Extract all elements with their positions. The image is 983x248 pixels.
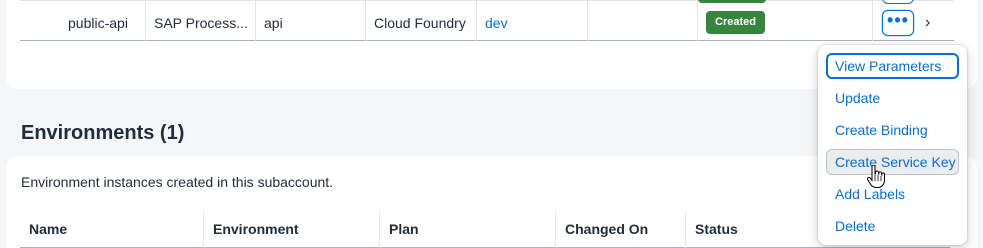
instance-name: public-api [20, 1, 146, 41]
environments-title: Environments (1) [21, 122, 185, 144]
hand-cursor-icon [867, 165, 885, 188]
instance-scope-cell: dev [477, 1, 588, 41]
menu-item-view-parameters[interactable]: View Parameters [826, 53, 959, 79]
instance-plan: api [256, 1, 366, 41]
column-header-changed-on[interactable]: Changed On [556, 212, 686, 248]
menu-item-create-binding[interactable]: Create Binding [826, 117, 959, 143]
environments-table-header: Name Environment Plan Changed On Status [20, 212, 950, 248]
table-row[interactable]: public-api SAP Process... api Cloud Foun… [20, 0, 954, 41]
instance-scope-link[interactable]: dev [485, 15, 508, 31]
column-header-plan[interactable]: Plan [380, 212, 556, 248]
more-actions-button[interactable]: ••• [882, 10, 914, 36]
column-header-name[interactable]: Name [20, 212, 204, 248]
menu-item-update[interactable]: Update [826, 85, 959, 111]
status-badge: Created [706, 10, 765, 34]
instance-empty-cell [588, 1, 698, 41]
instance-runtime: Cloud Foundry [366, 1, 477, 41]
environments-description: Environment instances created in this su… [21, 174, 334, 190]
chevron-right-icon[interactable]: › [925, 1, 930, 41]
instance-status-cell: Created [698, 1, 873, 41]
menu-item-create-service-key[interactable]: Create Service Key [826, 149, 959, 175]
more-dots-icon: ••• [887, 9, 909, 30]
instance-service: SAP Process... [146, 1, 256, 41]
menu-item-delete[interactable]: Delete [826, 213, 959, 239]
action-menu: View Parameters Update Create Binding Cr… [818, 45, 967, 245]
column-header-environment[interactable]: Environment [204, 212, 380, 248]
column-header-status[interactable]: Status [686, 212, 826, 248]
menu-item-add-labels[interactable]: Add Labels [826, 181, 959, 207]
